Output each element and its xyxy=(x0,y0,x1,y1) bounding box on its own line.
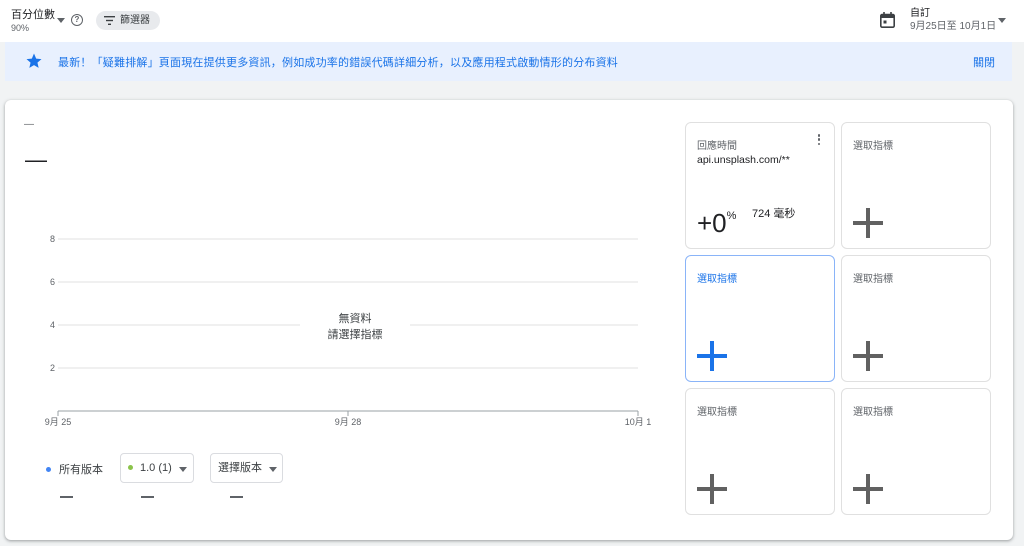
metric-change-unit: % xyxy=(726,210,737,222)
add-icon xyxy=(853,208,883,238)
x-tick-label: 9月 25 xyxy=(45,417,72,427)
all-versions-dot xyxy=(46,466,51,472)
add-icon xyxy=(697,474,727,504)
y-tick-label: 6 xyxy=(50,277,55,287)
metric-endpoint: api.unsplash.com/** xyxy=(697,154,790,166)
x-tick-label: 9月 28 xyxy=(335,417,362,427)
select-metric-label: 選取指標 xyxy=(697,407,737,418)
legend-value-version-1 xyxy=(141,496,154,498)
select-version-label: 選擇版本 xyxy=(218,462,262,474)
version-1-dot xyxy=(128,464,133,470)
y-tick-label: 4 xyxy=(50,320,55,330)
select-metric-hint: 請選擇指標 xyxy=(327,329,383,341)
metric-tile-empty[interactable]: 選取指標 xyxy=(685,388,835,515)
metric-value: 724 毫秒 xyxy=(752,208,796,220)
metric-tile-empty[interactable]: 選取指標 xyxy=(841,122,991,249)
metric-tile-response-time[interactable]: 回應時間 api.unsplash.com/** +0% 724 毫秒 xyxy=(685,122,835,249)
add-icon xyxy=(697,341,727,371)
metric-tile-empty[interactable]: 選取指標 xyxy=(841,255,991,382)
legend-all-versions: 所有版本 xyxy=(46,461,103,477)
legend-value-select xyxy=(230,496,243,498)
select-version-dropdown[interactable]: 選擇版本 xyxy=(210,453,283,483)
version-1-label: 1.0 (1) xyxy=(140,462,172,474)
select-metric-label: 選取指標 xyxy=(853,407,893,418)
add-icon xyxy=(853,341,883,371)
metric-tile-empty[interactable]: 選取指標 xyxy=(841,388,991,515)
y-tick-label: 2 xyxy=(50,363,55,373)
legend-value-all xyxy=(60,496,73,498)
version-1-select[interactable]: 1.0 (1) xyxy=(120,453,194,483)
chart-empty-state: 無資料 請選擇指標 xyxy=(300,311,410,343)
metric-tile-empty-selected[interactable]: 選取指標 xyxy=(685,255,835,382)
all-versions-label: 所有版本 xyxy=(59,464,103,476)
x-tick-label: 10月 1 xyxy=(625,417,652,427)
select-metric-label: 選取指標 xyxy=(853,141,893,152)
select-metric-label: 選取指標 xyxy=(697,274,737,285)
select-metric-label: 選取指標 xyxy=(853,274,893,285)
metric-change-value: +0 xyxy=(697,208,727,238)
y-tick-label: 8 xyxy=(50,234,55,244)
more-options-icon[interactable] xyxy=(817,134,821,147)
select-version-dropdown-icon xyxy=(269,467,277,472)
metric-title: 回應時間 xyxy=(697,141,737,152)
metric-change: +0% xyxy=(697,201,736,238)
add-icon xyxy=(853,474,883,504)
version-1-dropdown-icon xyxy=(179,467,187,472)
no-data-text: 無資料 xyxy=(338,313,372,325)
